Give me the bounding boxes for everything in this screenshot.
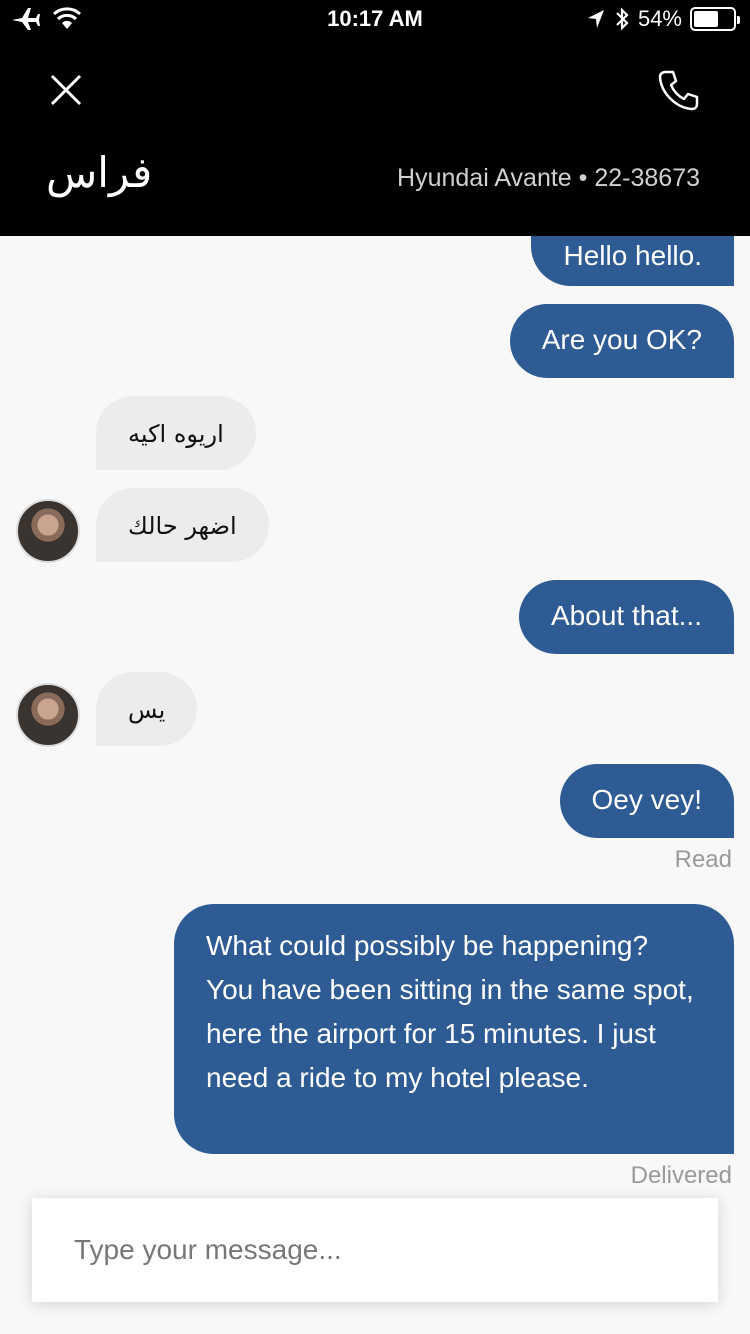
message-outgoing: Are you OK? xyxy=(509,304,734,378)
close-icon xyxy=(50,74,82,106)
delivered-receipt: Delivered xyxy=(630,1162,732,1189)
message-input[interactable] xyxy=(32,1198,718,1302)
driver-name: فراس xyxy=(46,148,153,197)
bluetooth-icon xyxy=(616,7,629,31)
driver-avatar xyxy=(16,683,80,747)
chat-header: 10:17 AM 54% فراس Hyundai Avante • 22-38… xyxy=(0,0,750,236)
message-outgoing: What could possibly be happening? You ha… xyxy=(174,904,734,1154)
message-outgoing: About that... xyxy=(519,580,734,654)
status-bar: 10:17 AM 54% xyxy=(0,0,750,42)
phone-icon xyxy=(658,70,699,111)
message-composer xyxy=(32,1198,718,1302)
car-info: Hyundai Avante • 22-38673 xyxy=(397,164,700,192)
location-arrow-icon xyxy=(587,10,604,28)
message-list[interactable]: Hello hello. Are you OK? اريوه اكيه اضهر… xyxy=(0,220,750,1334)
message-outgoing: Oey vey! xyxy=(559,764,734,838)
message-incoming: يس xyxy=(96,672,198,746)
battery-icon xyxy=(690,7,740,31)
read-receipt: Read xyxy=(674,846,732,873)
battery-percent: 54% xyxy=(637,6,682,31)
message-incoming: اضهر حالك xyxy=(96,488,269,562)
driver-avatar xyxy=(16,499,80,563)
chat-screen: 10:17 AM 54% فراس Hyundai Avante • 22-38… xyxy=(0,0,750,1334)
close-button[interactable] xyxy=(44,68,88,112)
status-right: 54% xyxy=(586,6,740,32)
call-button[interactable] xyxy=(656,68,700,112)
message-incoming: اريوه اكيه xyxy=(96,396,256,470)
